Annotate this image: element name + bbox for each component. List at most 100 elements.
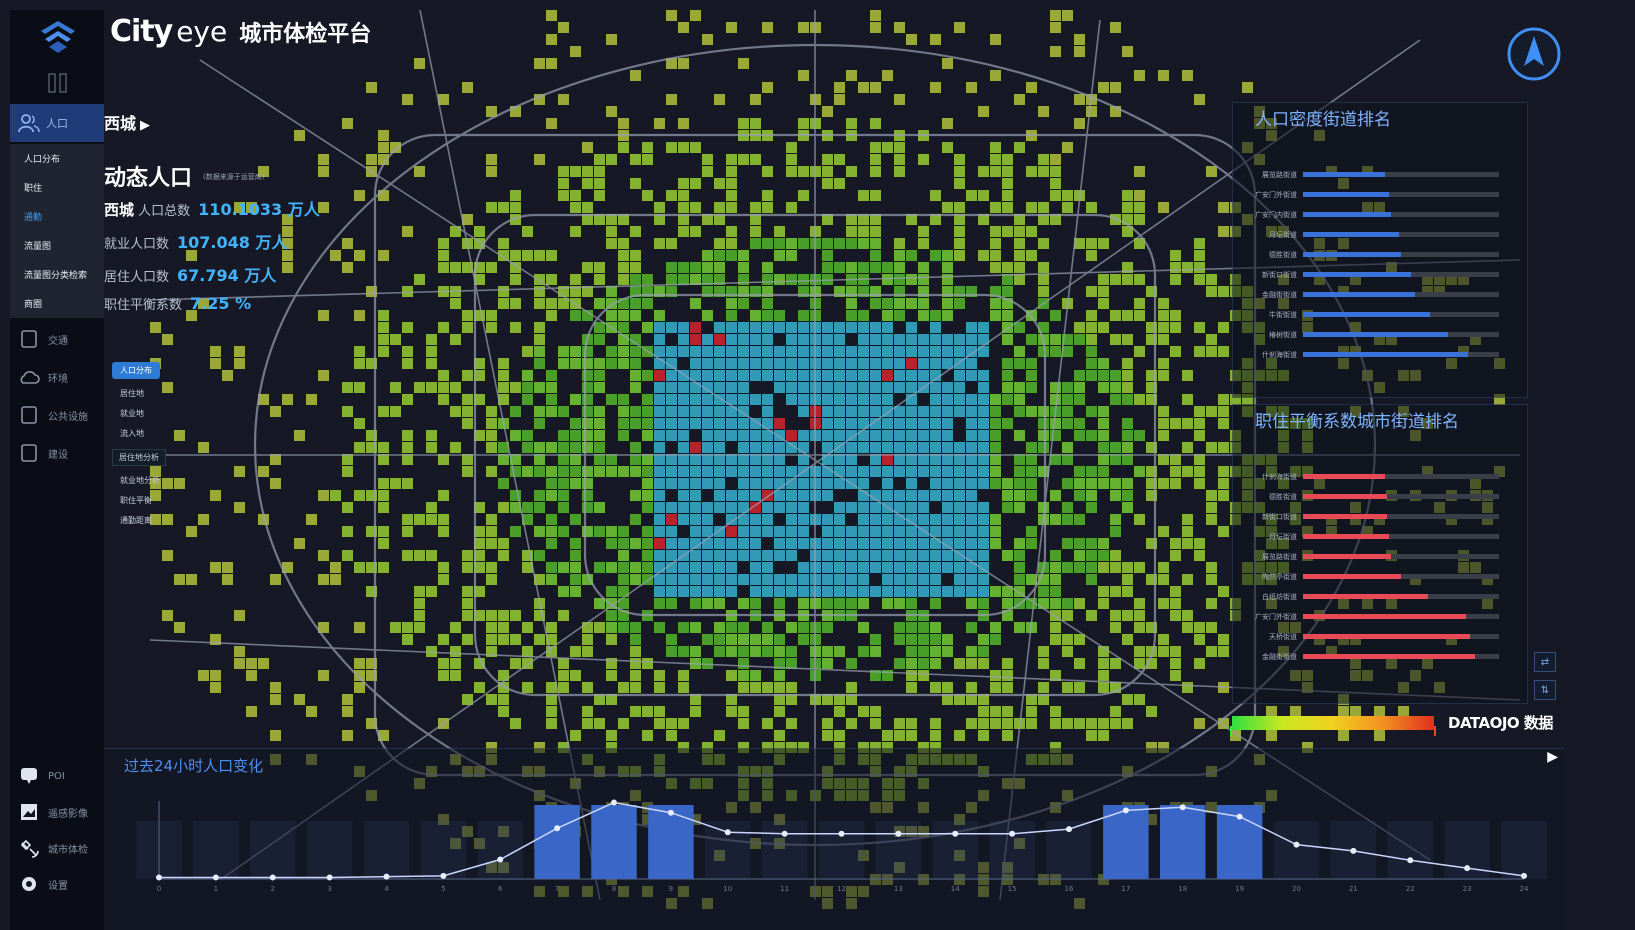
trend-bar	[1160, 805, 1206, 879]
nav-item[interactable]: 环境	[10, 358, 104, 396]
nav-item[interactable]: 设置	[10, 866, 104, 902]
x-tick-label: 18	[1178, 885, 1187, 893]
x-tick-label: 21	[1349, 885, 1358, 893]
ranking-track	[1303, 212, 1499, 217]
compass-icon[interactable]	[1506, 26, 1562, 82]
nav-population[interactable]: 人口	[10, 104, 104, 142]
nav-population-label: 人口	[46, 117, 68, 130]
nav-item-label: 城市体检	[48, 844, 88, 856]
panel-title: 职住平衡系数城市街道排名	[1255, 412, 1459, 432]
ranking-row[interactable]: 广安门内街道	[1233, 205, 1529, 225]
ranking-name: 椿树街道	[1269, 331, 1297, 339]
submenu-item[interactable]: 职住	[10, 173, 104, 202]
density-ranking-panel: 人口密度街道排名 展览路街道 广安门外街道 广安门内街道 月坛街道 德胜街道 新街口街道金…	[1232, 102, 1528, 398]
ranking-row[interactable]: 广安门外街道	[1233, 607, 1529, 627]
swap-vertical-button[interactable]: ⇅	[1534, 680, 1556, 700]
apps-grid-icon[interactable]	[47, 72, 69, 94]
ranking-row[interactable]: 德胜街道	[1233, 245, 1529, 265]
nav-item[interactable]: 公共设施	[10, 396, 104, 434]
ranking-track	[1303, 474, 1499, 479]
layer-chip[interactable]: 人口分布	[112, 362, 160, 379]
ranking-row[interactable]: 新街口街道	[1233, 507, 1529, 527]
ranking-row[interactable]: 月坛街道	[1233, 225, 1529, 245]
nav-item-label: 设置	[48, 880, 68, 892]
ranking-row[interactable]: 展览路街道	[1233, 547, 1529, 567]
x-tick-label: 23	[1463, 885, 1472, 893]
ranking-name: 金融街街道	[1262, 291, 1297, 299]
trend-point	[1350, 847, 1357, 854]
ranking-row[interactable]: 广安门外街道	[1233, 185, 1529, 205]
nav-item[interactable]: 建设	[10, 434, 104, 472]
ranking-row[interactable]: 什刹海街道	[1233, 345, 1529, 365]
x-tick-label: 12	[837, 885, 846, 893]
ranking-track	[1303, 252, 1499, 257]
ranking-row[interactable]: 德胜街道	[1233, 487, 1529, 507]
ranking-row[interactable]: 牛街街道	[1233, 305, 1529, 325]
ranking-row[interactable]: 新街口街道	[1233, 265, 1529, 285]
mode-option[interactable]: 通勤距离	[112, 515, 182, 526]
ranking-bar	[1303, 272, 1411, 277]
ranking-row[interactable]: 什刹海街道	[1233, 467, 1529, 487]
x-tick-label: 4	[384, 885, 389, 893]
ranking-bar	[1303, 312, 1431, 317]
nav-item[interactable]: POI	[10, 758, 104, 794]
nav-item-label: 环境	[48, 373, 68, 385]
submenu-item[interactable]: 流量图分类检索	[10, 260, 104, 289]
brand-logo: DATAOJO 数据	[1448, 714, 1553, 732]
submenu-item[interactable]: 通勤	[10, 202, 104, 231]
people-icon	[18, 114, 40, 133]
submenu-item[interactable]: 流量图	[10, 231, 104, 260]
ranking-track	[1303, 614, 1499, 619]
nav-item[interactable]: 遥感影像	[10, 794, 104, 830]
brand-city: City	[110, 14, 173, 49]
trend-point	[269, 874, 276, 881]
trend-point	[326, 874, 333, 881]
x-tick-label: 22	[1406, 885, 1415, 893]
x-tick-label: 15	[1008, 885, 1017, 893]
mode-option[interactable]: 就业地分析	[112, 475, 182, 486]
ranking-track	[1303, 232, 1499, 237]
trend-bar-bg	[420, 821, 467, 879]
x-tick-label: 5	[441, 885, 445, 893]
ranking-row[interactable]: 金融街街道	[1233, 285, 1529, 305]
mode-option[interactable]: 职住平衡	[112, 495, 182, 506]
trend-bar-bg	[761, 821, 808, 879]
trend-point	[156, 874, 162, 881]
ranking-row[interactable]: 天桥街道	[1233, 627, 1529, 647]
layer-option[interactable]: 流入地	[112, 428, 182, 439]
ranking-track	[1303, 594, 1499, 599]
ranking-row[interactable]: 椿树街道	[1233, 325, 1529, 345]
district-name: 西城	[104, 114, 137, 133]
swap-horizontal-button[interactable]: ⇄	[1534, 652, 1556, 672]
stat-value: 67.794 万人	[177, 266, 277, 285]
ranking-row[interactable]: 白纸坊街道	[1233, 587, 1529, 607]
ranking-bar	[1303, 634, 1470, 639]
trend-point	[952, 830, 959, 837]
stat-label: 人口总数	[138, 204, 191, 219]
nav-item-label: 遥感影像	[48, 808, 88, 820]
nav-item[interactable]: 城市体检	[10, 830, 104, 866]
ranking-track	[1303, 634, 1499, 639]
ranking-name: 天桥街道	[1269, 633, 1297, 641]
ranking-row[interactable]: 月坛街道	[1233, 527, 1529, 547]
layer-option[interactable]: 居住地	[112, 388, 182, 399]
main-nav: 交通环境公共设施 建设	[10, 320, 104, 472]
ranking-track	[1303, 332, 1499, 337]
play-icon[interactable]: ▶	[1547, 749, 1558, 765]
submenu-item[interactable]: 商圈	[10, 289, 104, 318]
ranking-track	[1303, 574, 1499, 579]
district-selector[interactable]: 西城 ▶	[104, 110, 150, 134]
ranking-row[interactable]: 陶然亭街道	[1233, 567, 1529, 587]
mode-chip[interactable]: 居住地分析	[112, 449, 166, 466]
ranking-name: 什刹海街道	[1262, 473, 1297, 481]
section-note: (数据来源于运营商)	[203, 173, 265, 181]
layer-option[interactable]: 就业地	[112, 408, 182, 419]
ranking-bar	[1303, 574, 1401, 579]
ranking-row[interactable]: 金融街街道	[1233, 647, 1529, 667]
trend-bar-bg	[193, 821, 239, 879]
ranking-row[interactable]: 展览路街道	[1233, 165, 1529, 185]
nav-item[interactable]: 交通	[10, 320, 104, 358]
submenu-item[interactable]: 人口分布	[10, 144, 104, 173]
x-tick-label: 24	[1520, 885, 1529, 893]
ranking-name: 金融街街道	[1262, 653, 1297, 661]
